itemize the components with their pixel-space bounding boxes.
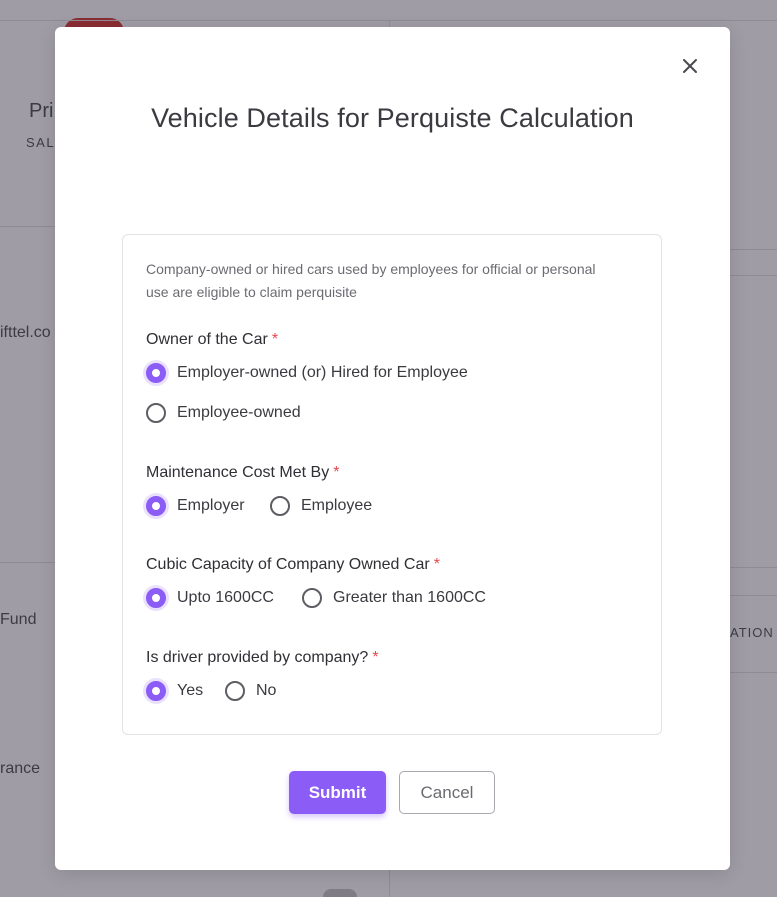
question-text: Maintenance Cost Met By [146,464,330,481]
required-mark: * [433,556,440,573]
driver-yes-radio[interactable]: Yes [146,681,203,701]
question-text: Owner of the Car [146,331,268,348]
background-toggle [323,889,357,897]
owner-of-car-label: Owner of the Car * [146,331,278,349]
owner-employer-radio[interactable]: Employer-owned (or) Hired for Employee [146,363,468,383]
radio-label: Yes [177,682,204,699]
submit-button[interactable]: Submit [289,771,386,814]
modal-title: Vehicle Details for Perquiste Calculatio… [151,103,634,133]
radio-label: Upto 1600CC [177,589,274,606]
radio-unchecked-icon [302,588,322,608]
maintenance-employer-radio[interactable]: Employer [146,496,245,516]
radio-checked-icon [146,588,166,608]
background-text: ifttel.co [0,324,51,341]
vehicle-form-card: Company-owned or hired cars used by empl… [122,234,662,735]
radio-label: No [256,682,277,699]
radio-checked-icon [146,496,166,516]
radio-unchecked-icon [146,403,166,423]
radio-unchecked-icon [225,681,245,701]
background-text: ATION [730,625,774,640]
background-text: SAL [26,135,56,150]
close-icon [683,59,697,73]
radio-checked-icon [146,681,166,701]
required-mark: * [372,649,379,666]
driver-no-radio[interactable]: No [225,681,276,701]
question-text: Cubic Capacity of Company Owned Car [146,556,430,573]
owner-employee-radio[interactable]: Employee-owned [146,403,301,423]
maintenance-cost-label: Maintenance Cost Met By * [146,464,339,482]
radio-label: Greater than 1600CC [333,589,486,606]
required-mark: * [271,331,279,348]
radio-label: Employer-owned (or) Hired for Employee [177,364,468,381]
cancel-button[interactable]: Cancel [399,771,495,814]
capacity-upto-1600-radio[interactable]: Upto 1600CC [146,588,274,608]
radio-label: Employee-owned [177,404,301,421]
radio-label: Employee [301,497,373,514]
driver-provided-label: Is driver provided by company? * [146,649,379,667]
close-button[interactable] [679,55,701,77]
vehicle-details-modal: Vehicle Details for Perquiste Calculatio… [55,27,730,870]
capacity-greater-1600-radio[interactable]: Greater than 1600CC [302,588,486,608]
background-text: rance [0,760,41,777]
form-description: Company-owned or hired cars used by empl… [146,261,596,300]
background-text: Fund [0,611,37,628]
cubic-capacity-label: Cubic Capacity of Company Owned Car * [146,556,440,574]
maintenance-employee-radio[interactable]: Employee [270,496,372,516]
required-mark: * [333,464,340,481]
radio-unchecked-icon [270,496,290,516]
radio-label: Employer [177,497,245,514]
radio-checked-icon [146,363,166,383]
question-text: Is driver provided by company? [146,649,369,666]
background-text: Pri [29,100,54,122]
